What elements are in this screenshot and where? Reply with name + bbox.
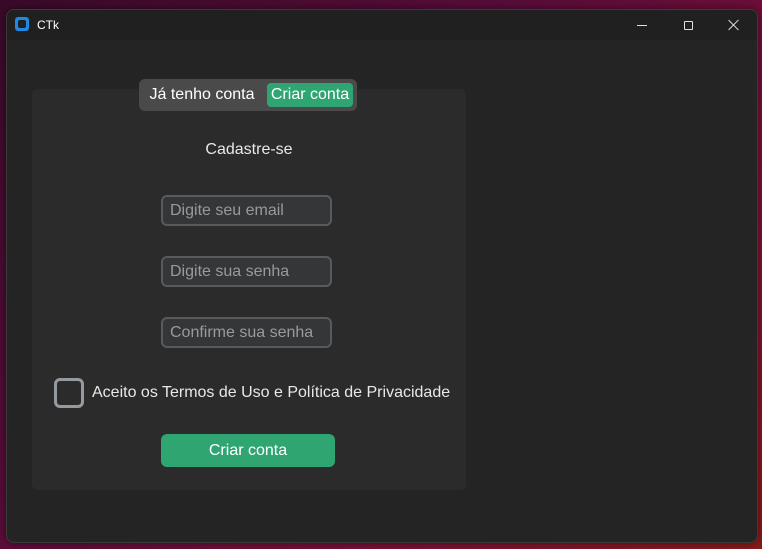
tab-login[interactable]: Já tenho conta [143,83,261,107]
form-heading: Cadastre-se [205,141,293,158]
confirm-password-input[interactable] [161,317,332,348]
title-bar[interactable]: CTk [7,10,757,40]
app-window: CTk Já tenho conta Criar conta Cadastre-… [6,9,758,543]
close-button[interactable] [711,10,757,40]
minimize-button[interactable] [619,10,665,40]
create-account-button[interactable]: Criar conta [161,434,335,467]
terms-label[interactable]: Aceito os Termos de Uso e Política de Pr… [92,384,450,402]
terms-row: Aceito os Termos de Uso e Política de Pr… [54,378,450,408]
window-title: CTk [37,18,59,32]
terms-checkbox[interactable] [54,378,84,408]
auth-mode-segmented-control: Já tenho conta Criar conta [139,79,357,111]
tab-register[interactable]: Criar conta [267,83,353,107]
email-input[interactable] [161,195,332,226]
maximize-button[interactable] [665,10,711,40]
maximize-icon [683,20,693,30]
close-icon [728,19,740,31]
app-icon [15,17,29,31]
minimize-icon [637,24,647,26]
password-input[interactable] [161,256,332,287]
